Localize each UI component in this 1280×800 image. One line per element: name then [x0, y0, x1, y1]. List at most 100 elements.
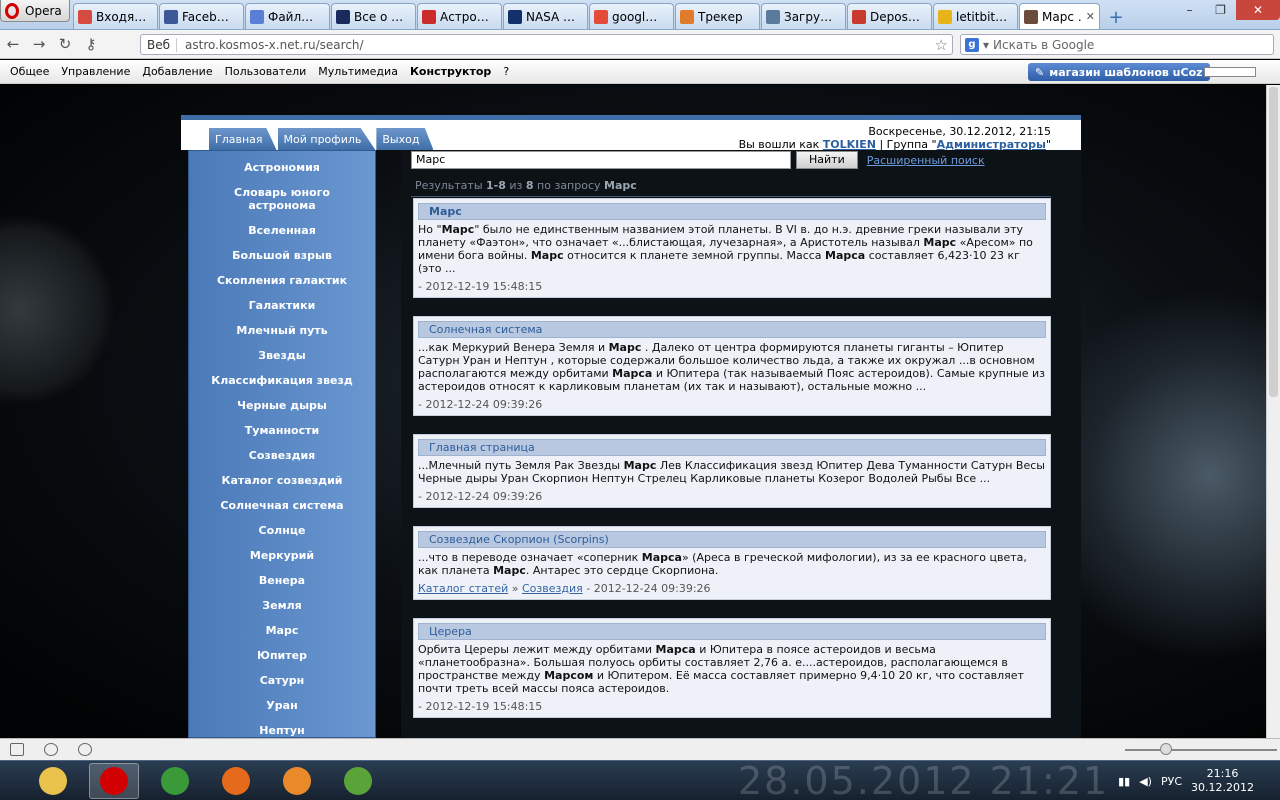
ucoz-item[interactable]: Мультимедиа — [318, 65, 398, 78]
menu-item[interactable]: Созвездия — [189, 443, 375, 468]
site-container: Главная Мой профиль Выход Воскресенье, 3… — [181, 115, 1081, 738]
menu-item[interactable]: Уран — [189, 693, 375, 718]
url-text[interactable]: astro.kosmos-x.net.ru/search/ — [185, 38, 364, 52]
menu-item[interactable]: Солнце — [189, 518, 375, 543]
ucoz-item[interactable]: Пользователи — [225, 65, 307, 78]
clock[interactable]: 21:16 30.12.2012 — [1191, 767, 1254, 795]
browser-tab[interactable]: Depos… — [847, 3, 932, 29]
site-tab-profile[interactable]: Мой профиль — [277, 128, 376, 150]
menu-item[interactable]: Туманности — [189, 418, 375, 443]
site-search-input[interactable]: Марс — [411, 151, 791, 169]
browser-tab-label: googl… — [612, 9, 658, 24]
menu-item[interactable]: Словарь юного астронома — [189, 180, 375, 218]
new-tab-button[interactable]: + — [1104, 6, 1128, 28]
key-icon[interactable]: ⚷ — [78, 35, 104, 53]
menu-item[interactable]: Классификация звезд — [189, 368, 375, 393]
browser-tab[interactable]: Марс … ✕ — [1019, 3, 1100, 29]
site-tab-home[interactable]: Главная — [209, 128, 277, 150]
browser-tab[interactable]: Входя… — [73, 3, 158, 29]
menu-item[interactable]: Астрономия — [189, 155, 375, 180]
speed-dial-icon[interactable] — [78, 743, 92, 756]
taskbar-app-firefox[interactable] — [211, 763, 261, 799]
favicon-icon — [336, 9, 350, 24]
menu-item[interactable]: Земля — [189, 593, 375, 618]
result-title-link[interactable]: Созвездие Скорпион (Scorpins) — [418, 531, 1046, 548]
menu-item[interactable]: Большой взрыв — [189, 243, 375, 268]
browser-tab[interactable]: Астро… — [417, 3, 502, 29]
menu-item[interactable]: Черные дыры — [189, 393, 375, 418]
menu-item[interactable]: Марс — [189, 618, 375, 643]
panel-toggle-icon[interactable] — [10, 743, 24, 756]
result-title-link[interactable]: Солнечная система — [418, 321, 1046, 338]
menu-item[interactable]: Галактики — [189, 293, 375, 318]
menu-item[interactable]: Звезды — [189, 343, 375, 368]
zoom-slider-thumb[interactable] — [1160, 743, 1172, 755]
result-title-link[interactable]: Марс — [418, 203, 1046, 220]
menu-item[interactable]: Скопления галактик — [189, 268, 375, 293]
opera-menu-button[interactable]: Opera — [0, 0, 70, 22]
close-tab-icon[interactable]: ✕ — [1086, 10, 1095, 23]
browser-search-placeholder: Искать в Google — [993, 37, 1095, 52]
browser-tab[interactable]: Файл… — [245, 3, 330, 29]
close-window-button[interactable]: ✕ — [1236, 0, 1280, 20]
ucoz-item-constructor[interactable]: Конструктор — [410, 65, 491, 78]
menu-item[interactable]: Вселенная — [189, 218, 375, 243]
bookmark-star-icon[interactable]: ☆ — [935, 36, 948, 54]
template-shop-button[interactable]: ✎ магазин шаблонов uCoz — [1028, 63, 1210, 81]
site-tab-logout[interactable]: Выход — [376, 128, 434, 150]
menu-item[interactable]: Нептун — [189, 718, 375, 738]
minimize-button[interactable]: – — [1174, 0, 1205, 20]
browser-tab-label: Все о … — [354, 9, 404, 24]
maximize-button[interactable]: ❐ — [1205, 0, 1236, 20]
menu-item[interactable]: Каталог созвездий — [189, 468, 375, 493]
browser-tab-label: letitbit… — [956, 9, 1008, 24]
taskbar-app-utorrent[interactable] — [333, 763, 383, 799]
back-icon[interactable]: ← — [0, 35, 26, 53]
cloud-icon[interactable] — [44, 743, 58, 756]
advanced-search-link[interactable]: Расширенный поиск — [867, 154, 985, 167]
google-icon[interactable]: g — [965, 37, 979, 52]
ucoz-item[interactable]: Управление — [61, 65, 130, 78]
system-tray: ▮▮ ◀) РУС 21:16 30.12.2012 — [1118, 761, 1280, 800]
menu-item[interactable]: Млечный путь — [189, 318, 375, 343]
scrollbar-thumb[interactable] — [1269, 87, 1278, 397]
zoom-slider[interactable] — [1125, 749, 1277, 751]
browser-tab[interactable]: Трекер — [675, 3, 760, 29]
volume-icon[interactable]: ◀) — [1139, 775, 1152, 788]
taskbar-app-explorer[interactable] — [28, 763, 78, 799]
browser-tab[interactable]: Загру… — [761, 3, 846, 29]
site-search-row: Марс Найти Расширенный поиск — [411, 151, 985, 169]
ucoz-help[interactable]: ? — [503, 65, 509, 78]
menu-item[interactable]: Солнечная система — [189, 493, 375, 518]
site-sidebar-menu: Астрономия Словарь юного астронома Вселенн… — [188, 150, 376, 738]
menu-item[interactable]: Меркурий — [189, 543, 375, 568]
taskbar-app-chrome[interactable] — [150, 763, 200, 799]
network-icon[interactable]: ▮▮ — [1118, 775, 1130, 788]
result-category-link[interactable]: Созвездия — [522, 582, 583, 595]
browser-tab[interactable]: letitbit… — [933, 3, 1018, 29]
ucoz-item[interactable]: Добавление — [142, 65, 212, 78]
browser-tab[interactable]: googl… — [589, 3, 674, 29]
panel-toggle-icon[interactable] — [1204, 67, 1256, 77]
result-title-link[interactable]: Главная страница — [418, 439, 1046, 456]
menu-item[interactable]: Сатурн — [189, 668, 375, 693]
taskbar-app-opera[interactable] — [89, 763, 139, 799]
ucoz-item[interactable]: Общее — [10, 65, 49, 78]
forward-icon[interactable]: → — [26, 35, 52, 53]
search-submit-button[interactable]: Найти — [796, 151, 858, 169]
browser-search-field[interactable]: g ▾ Искать в Google — [960, 34, 1274, 55]
menu-item[interactable]: Венера — [189, 568, 375, 593]
chevron-down-icon[interactable]: ▾ — [983, 38, 989, 52]
page-scrollbar[interactable] — [1266, 85, 1280, 738]
result-title-link[interactable]: Церера — [418, 623, 1046, 640]
browser-tab[interactable]: Все о … — [331, 3, 416, 29]
reload-icon[interactable]: ↻ — [52, 35, 78, 53]
menu-item[interactable]: Юпитер — [189, 643, 375, 668]
result-category-link[interactable]: Каталог статей — [418, 582, 508, 595]
address-field[interactable]: Веб astro.kosmos-x.net.ru/search/ ☆ — [140, 34, 953, 55]
browser-tab[interactable]: Faceb… — [159, 3, 244, 29]
language-indicator[interactable]: РУС — [1161, 775, 1182, 788]
browser-tab[interactable]: NASA … — [503, 3, 588, 29]
result-meta: Каталог статей » Созвездия - 2012-12-24 … — [418, 582, 711, 595]
taskbar-app-media-player[interactable] — [272, 763, 322, 799]
